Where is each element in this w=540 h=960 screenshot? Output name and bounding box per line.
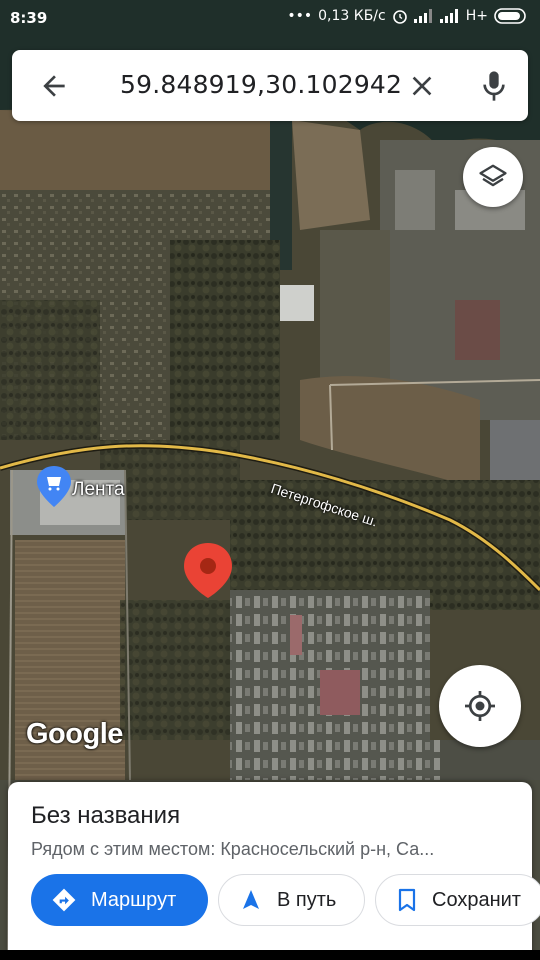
battery-icon (494, 8, 526, 24)
status-bar: 8:39 ••• 0,13 КБ/с H+ (0, 0, 540, 36)
search-query[interactable]: 59.848919,30.102942 (120, 70, 402, 99)
network-type: H+ (465, 8, 488, 24)
start-navigation-button[interactable]: В путь (218, 874, 365, 926)
my-location-icon (465, 691, 495, 721)
place-sheet[interactable]: Без названия Рядом с этим местом: Красно… (8, 782, 540, 960)
mic-icon[interactable] (478, 68, 510, 104)
status-time: 8:39 (10, 9, 48, 27)
google-logo: Google (26, 718, 123, 750)
layers-icon (479, 164, 507, 187)
bookmark-icon (396, 888, 418, 912)
place-title: Без названия (31, 802, 181, 829)
place-subtitle: Рядом с этим местом: Красносельский р-н,… (31, 839, 435, 859)
search-bar[interactable]: 59.848919,30.102942 (12, 50, 528, 121)
save-label: Сохранит (432, 888, 521, 911)
layers-button[interactable] (463, 147, 523, 207)
route-button[interactable]: Маршрут (31, 874, 208, 926)
alarm-icon (392, 10, 407, 24)
my-location-button[interactable] (439, 665, 521, 747)
start-label: В путь (277, 888, 337, 911)
signal-icon (413, 9, 432, 23)
save-button[interactable]: Сохранит (375, 874, 540, 926)
system-nav-bar (0, 950, 540, 960)
more-dots-icon: ••• (287, 8, 313, 24)
route-label: Маршрут (91, 888, 177, 911)
navigation-icon (239, 888, 263, 912)
close-icon[interactable] (406, 70, 438, 102)
network-speed: 0,13 КБ/с (318, 8, 386, 24)
signal-icon-2 (439, 9, 458, 23)
poi-label[interactable]: Лента (72, 479, 125, 501)
directions-icon (51, 887, 77, 913)
arrow-back-icon[interactable] (38, 70, 70, 102)
